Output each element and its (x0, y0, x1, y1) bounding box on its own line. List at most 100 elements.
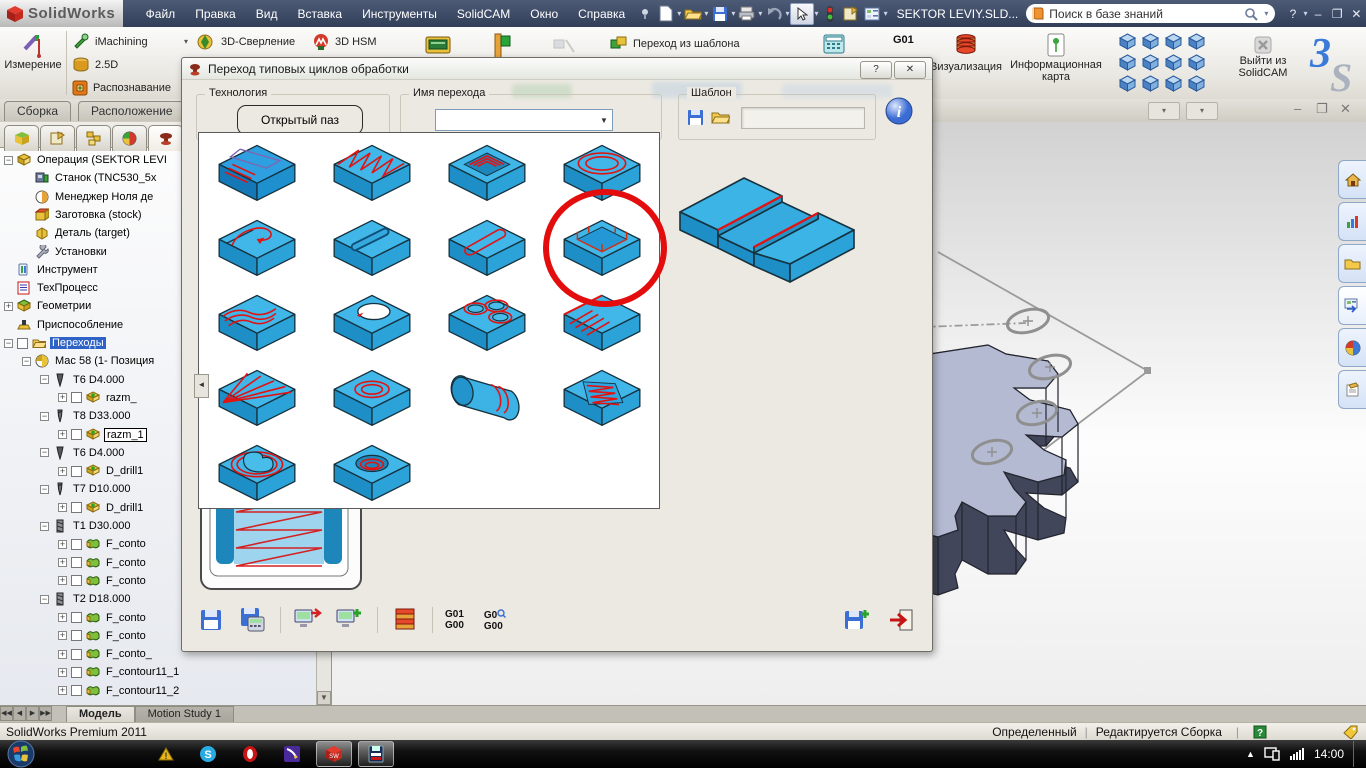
tree-item-f_conto[interactable]: + F_conto (58, 572, 148, 590)
doc-minimize-button[interactable]: – (1294, 101, 1301, 116)
stack-icon[interactable] (390, 606, 420, 634)
taskbar-skype-icon[interactable]: S (190, 741, 226, 767)
nav-first-button[interactable]: ◀◀ (0, 706, 13, 721)
tree-item-d_drill1[interactable]: + D_drill1 (58, 462, 145, 480)
tree-item-t2-d18-000[interactable]: − T2 D18.000 (40, 590, 132, 608)
menu-4[interactable]: Инструменты (353, 3, 446, 25)
tree-checkbox[interactable] (71, 557, 82, 569)
template-thumb-slotoutline[interactable] (429, 208, 544, 283)
expander-icon[interactable]: + (58, 393, 67, 403)
machine-sim-icon[interactable] (425, 35, 451, 57)
visualization-button[interactable]: Визуализация (930, 33, 1002, 73)
template-thumb-zigzag[interactable] (314, 133, 429, 208)
print-icon[interactable] (736, 4, 757, 24)
tree-item-менеджер-ноля-де[interactable]: Менеджер Ноля де (22, 188, 155, 206)
tree-item-приспособление[interactable]: Приспособление (4, 316, 125, 334)
tree-item-геометрии[interactable]: + Геометрии (4, 297, 93, 315)
calc-exit-icon[interactable] (293, 606, 323, 634)
taskbar-purple-app-icon[interactable] (274, 741, 310, 767)
help-button[interactable]: ? (1283, 7, 1302, 21)
template-thumb-angslot[interactable] (314, 208, 429, 283)
view-cube-icon[interactable] (1118, 32, 1141, 53)
3d-hsm-button[interactable]: 3D HSM (312, 30, 377, 53)
help-caret[interactable]: ▾ (1304, 9, 1308, 18)
info-card-button[interactable]: Информационная карта (1000, 33, 1112, 83)
tree-item-операция-sektor-levi[interactable]: − Операция (SEKTOR LEVI (4, 151, 169, 169)
imachining-caret[interactable]: ▾ (184, 37, 188, 46)
search-caret[interactable]: ▾ (1264, 9, 1268, 18)
exit-dialog-icon[interactable] (886, 606, 916, 634)
tree-item-инструмент[interactable]: Инструмент (4, 261, 100, 279)
calculator-icon[interactable] (823, 34, 845, 54)
tree-item-f_conto_[interactable]: + F_conto_ (58, 645, 154, 663)
menu-1[interactable]: Правка (186, 3, 245, 25)
from-template-button[interactable]: Переход из шаблона (610, 32, 740, 55)
template-thumb-bossspiral[interactable] (199, 433, 314, 508)
expander-icon[interactable]: − (40, 375, 49, 385)
tray-network-icon[interactable] (1289, 748, 1305, 760)
template-thumb-steploop[interactable] (199, 208, 314, 283)
dialog-close-button[interactable]: ✕ (894, 61, 926, 79)
tree-checkbox[interactable] (71, 538, 82, 550)
calc-add-icon[interactable] (335, 606, 365, 634)
template-thumb-wave[interactable] (199, 283, 314, 358)
expander-icon[interactable]: − (40, 484, 49, 494)
expander-icon[interactable]: − (40, 521, 49, 531)
expander-icon[interactable]: − (40, 594, 49, 604)
tree-item-f_conto[interactable]: + F_conto (58, 627, 148, 645)
template-thumb-fan[interactable] (199, 358, 314, 433)
tree-item-razm_1[interactable]: + razm_1 (58, 426, 147, 444)
tree-checkbox[interactable] (71, 465, 82, 477)
task-pane-forms-tab[interactable] (1338, 286, 1366, 325)
view-cube-icon[interactable] (1141, 53, 1164, 74)
tree-checkbox[interactable] (71, 575, 82, 587)
task-pane-note-tab[interactable] (1338, 370, 1366, 409)
doc-close-button[interactable]: ✕ (1340, 101, 1351, 117)
select-caret[interactable]: ▾ (815, 9, 819, 18)
g0-g00-button[interactable]: G0 G00 (484, 608, 507, 632)
thumb-scroll-left-button[interactable]: ◄ (194, 374, 209, 398)
view-cube-icon[interactable] (1118, 74, 1141, 95)
start-button[interactable] (6, 739, 36, 768)
tree-checkbox[interactable] (71, 685, 82, 697)
template-thumb-slope[interactable] (544, 283, 659, 358)
options-list-icon[interactable] (862, 4, 883, 24)
tree-checkbox[interactable] (71, 648, 82, 660)
taskbar-solidcam-button[interactable] (358, 741, 394, 767)
nav-prev-button[interactable]: ◀ (13, 706, 26, 721)
taskbar-opera-icon[interactable] (232, 741, 268, 767)
task-pane-chart-tab[interactable] (1338, 202, 1366, 241)
pin-icon[interactable] (634, 4, 655, 24)
expander-icon[interactable]: − (40, 411, 49, 421)
properties-icon[interactable] (841, 4, 862, 24)
taskbar-alert-icon[interactable]: ! (148, 741, 184, 767)
flag-tool-icon[interactable] (490, 33, 512, 59)
tree-checkbox[interactable] (71, 630, 82, 642)
tree-item-станок-tnc530_5x[interactable]: Станок (TNC530_5x (22, 169, 158, 187)
exit-solidcam-button[interactable]: Выйти из SolidCAM (1222, 35, 1304, 79)
dialog-title-bar[interactable]: Переход типовых циклов обработки ? ✕ (182, 58, 932, 80)
view-cube-icon[interactable] (1141, 32, 1164, 53)
2-5d-button[interactable]: 2.5D (72, 53, 190, 76)
taskbar-solidworks-button[interactable]: SW (316, 741, 352, 767)
save-add-icon[interactable] (842, 606, 872, 634)
tree-checkbox[interactable] (71, 392, 82, 404)
imachining-button[interactable]: iMachining (72, 30, 190, 53)
tree-item-мас-58-1-позиция[interactable]: − Мас 58 (1- Позиция (22, 352, 156, 370)
undo-caret[interactable]: ▾ (785, 9, 789, 18)
doc-restore-button[interactable]: ❐ (1316, 101, 1328, 117)
template-open-icon[interactable] (711, 109, 730, 124)
expander-icon[interactable]: + (58, 576, 67, 586)
view-cube-icon[interactable] (1164, 32, 1187, 53)
undo-icon[interactable] (763, 4, 784, 24)
search-icon[interactable] (1244, 7, 1259, 21)
tree-item-установки[interactable]: Установки (22, 243, 109, 261)
template-thumb-cylinder[interactable] (429, 358, 544, 433)
headsup-button-2[interactable]: ▾ (1186, 102, 1218, 120)
new-caret[interactable]: ▾ (677, 9, 681, 18)
tree-checkbox[interactable] (71, 666, 82, 678)
nav-next-button[interactable]: ▶ (26, 706, 39, 721)
options-caret[interactable]: ▾ (884, 9, 888, 18)
save-caret[interactable]: ▾ (731, 9, 735, 18)
tray-display-icon[interactable] (1264, 747, 1280, 761)
